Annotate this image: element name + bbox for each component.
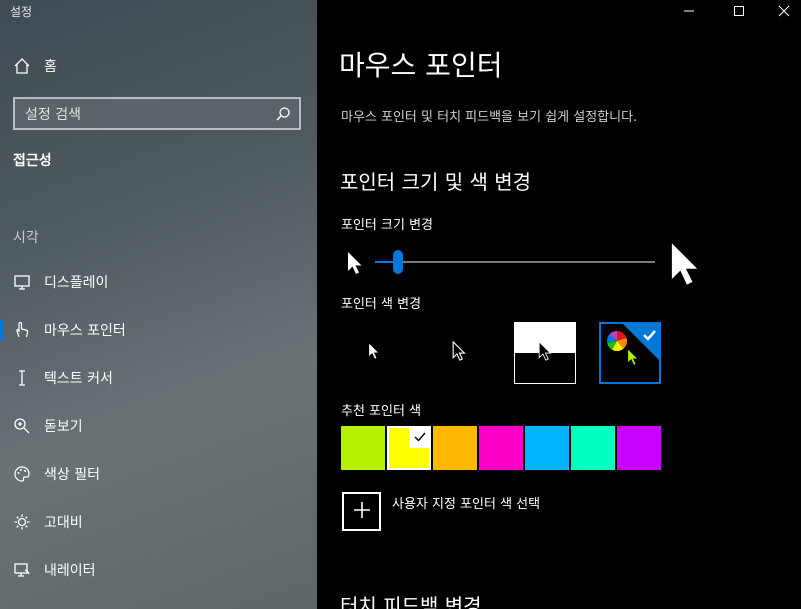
sidebar-item-label: 디스플레이 — [44, 275, 109, 291]
sidebar-item-narrator[interactable]: 내레이터 — [0, 550, 317, 590]
close-icon — [778, 2, 790, 21]
color-swatch[interactable] — [387, 426, 431, 470]
pointer-color-inverted-option[interactable] — [514, 322, 576, 384]
sidebar-item-label: 내레이터 — [44, 563, 96, 579]
sidebar: 설정 홈 설정 검색 접근성 시각 디스플레이 마우스 포인터 텍스트 커서 돋… — [0, 0, 317, 609]
sidebar-item-text-cursor[interactable]: 텍스트 커서 — [0, 358, 317, 398]
sidebar-item-label: 텍스트 커서 — [44, 371, 113, 387]
magnifier-icon — [12, 416, 32, 436]
pointer-size-slider-thumb[interactable] — [393, 250, 403, 274]
page-title: 마우스 포인터 — [339, 49, 503, 82]
color-swatch[interactable] — [341, 426, 385, 470]
sidebar-item-label: 고대비 — [44, 515, 83, 531]
minimize-button[interactable] — [666, 0, 712, 22]
section-heading-pointer: 포인터 크기 및 색 변경 — [340, 170, 532, 194]
swatch-check-icon — [409, 426, 431, 448]
pointer-color-white-option[interactable] — [343, 322, 405, 384]
text-cursor-icon — [12, 368, 32, 388]
search-placeholder: 설정 검색 — [25, 106, 81, 123]
sidebar-item-label: 돋보기 — [44, 419, 83, 435]
sidebar-item-high-contrast[interactable]: 고대비 — [0, 502, 317, 542]
search-icon[interactable] — [271, 102, 295, 126]
pointer-size-slider-track[interactable] — [375, 261, 655, 263]
color-swatch[interactable] — [479, 426, 523, 470]
plus-icon — [352, 500, 372, 524]
palette-icon — [12, 464, 32, 484]
main-panel: 마우스 포인터 마우스 포인터 및 터치 피드백을 보기 쉽게 설정합니다. 포… — [317, 0, 801, 609]
sidebar-item-display[interactable]: 디스플레이 — [0, 262, 317, 302]
color-swatch[interactable] — [433, 426, 477, 470]
white-pointer-icon — [368, 341, 380, 364]
search-input[interactable]: 설정 검색 — [13, 97, 301, 130]
color-swatch[interactable] — [525, 426, 569, 470]
section-title: 접근성 — [13, 153, 52, 169]
maximize-icon — [733, 2, 745, 21]
sidebar-item-mouse-pointer[interactable]: 마우스 포인터 — [0, 310, 317, 350]
sidebar-item-color-filters[interactable]: 색상 필터 — [0, 454, 317, 494]
sidebar-item-label: 마우스 포인터 — [44, 323, 126, 339]
custom-pointer-icon — [627, 347, 639, 370]
sidebar-item-label: 홈 — [44, 59, 57, 75]
color-swatch[interactable] — [571, 426, 615, 470]
sidebar-item-home[interactable]: 홈 — [0, 46, 317, 86]
add-custom-color-label[interactable]: 사용자 지정 포인터 색 선택 — [392, 493, 540, 512]
add-custom-color-button[interactable] — [342, 492, 381, 531]
pointer-size-label: 포인터 크기 변경 — [341, 218, 433, 233]
narrator-icon — [12, 560, 32, 580]
mouse-pointer-icon — [12, 320, 32, 340]
sidebar-item-label: 색상 필터 — [44, 467, 100, 483]
close-button[interactable] — [761, 0, 801, 22]
pointer-color-custom-option[interactable] — [599, 322, 661, 384]
color-swatch[interactable] — [617, 426, 661, 470]
monitor-icon — [12, 272, 32, 292]
inverted-pointer-icon — [538, 340, 552, 365]
recommended-colors-label: 추천 포인터 색 — [341, 404, 422, 419]
pointer-color-label: 포인터 색 변경 — [341, 297, 422, 312]
large-pointer-icon — [670, 239, 700, 293]
maximize-button[interactable] — [716, 0, 762, 22]
brightness-icon — [12, 512, 32, 532]
minimize-icon — [683, 2, 695, 21]
group-label: 시각 — [13, 230, 39, 246]
page-description: 마우스 포인터 및 터치 피드백을 보기 쉽게 설정합니다. — [341, 110, 638, 125]
small-pointer-icon — [347, 251, 363, 279]
color-wheel-icon — [606, 330, 628, 356]
black-pointer-icon — [452, 340, 466, 365]
section-heading-touch: 터치 피드백 변경 — [340, 594, 482, 609]
home-icon — [12, 56, 32, 76]
sidebar-item-magnifier[interactable]: 돋보기 — [0, 406, 317, 446]
pointer-color-black-option[interactable] — [428, 322, 490, 384]
recommended-colors-row — [341, 426, 663, 470]
app-title: 설정 — [10, 5, 33, 19]
